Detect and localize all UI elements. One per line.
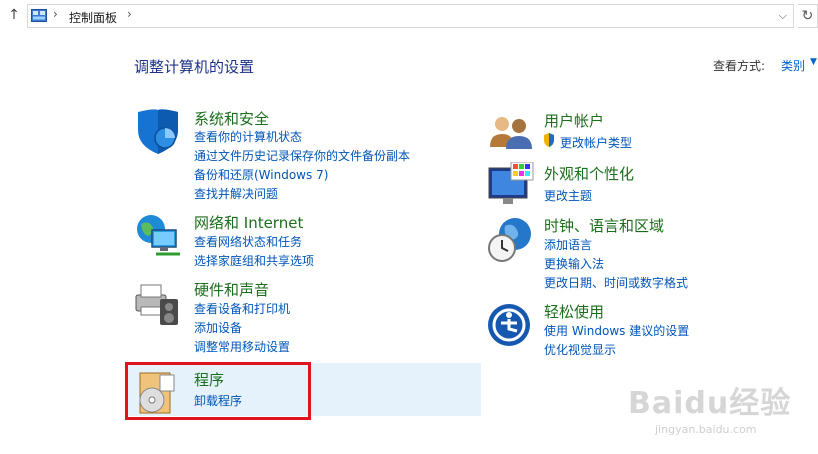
shield-icon: [138, 109, 178, 154]
link-change-theme[interactable]: 更改主题: [544, 187, 592, 204]
link-troubleshoot[interactable]: 查找并解决问题: [194, 185, 278, 202]
heading-system-security[interactable]: 系统和安全: [194, 108, 269, 129]
users-icon: [490, 117, 532, 149]
link-devices-printers[interactable]: 查看设备和打印机: [194, 300, 290, 317]
heading-appearance[interactable]: 外观和个性化: [544, 163, 634, 184]
page-title: 调整计算机的设置: [134, 58, 255, 76]
heading-network[interactable]: 网络和 Internet: [194, 212, 303, 233]
control-panel-icon: [31, 9, 47, 22]
clock-globe-icon: [488, 218, 531, 262]
link-mobility-settings[interactable]: 调整常用移动设置: [194, 338, 290, 355]
link-change-input-method[interactable]: 更换输入法: [544, 255, 604, 272]
link-network-status[interactable]: 查看网络状态和任务: [194, 233, 302, 250]
address-toolbar: ↑ › 控制面板 › ⌵ ↻: [0, 0, 818, 32]
view-by-dropdown[interactable]: 类别: [781, 57, 805, 74]
network-globe-icon: [137, 215, 180, 256]
link-homegroup[interactable]: 选择家庭组和共享选项: [194, 252, 314, 269]
link-file-history[interactable]: 通过文件历史记录保存你的文件备份副本: [194, 147, 410, 164]
refresh-icon[interactable]: ↻: [798, 4, 818, 28]
link-change-date-format[interactable]: 更改日期、时间或数字格式: [544, 274, 688, 291]
address-dropdown-icon[interactable]: ⌵: [779, 9, 787, 23]
breadcrumb-control-panel[interactable]: 控制面板: [69, 9, 117, 26]
monitor-palette-icon: [488, 162, 534, 204]
annotation-highlight-box: [125, 362, 311, 420]
link-optimize-display[interactable]: 优化视觉显示: [544, 341, 616, 358]
link-recommended-settings[interactable]: 使用 Windows 建议的设置: [544, 322, 689, 339]
watermark-logo: Baidu经验: [628, 386, 792, 421]
heading-user-accounts[interactable]: 用户帐户: [544, 110, 604, 131]
heading-ease-of-access[interactable]: 轻松使用: [544, 301, 604, 322]
breadcrumb-separator[interactable]: ›: [127, 7, 132, 21]
heading-clock-region[interactable]: 时钟、语言和区域: [544, 215, 664, 236]
printer-icon: [135, 284, 178, 325]
link-add-device[interactable]: 添加设备: [194, 319, 242, 336]
up-arrow-icon[interactable]: ↑: [6, 6, 22, 24]
breadcrumb-separator[interactable]: ›: [53, 7, 58, 21]
link-add-language[interactable]: 添加语言: [544, 236, 592, 253]
link-backup-restore[interactable]: 备份和还原(Windows 7): [194, 166, 328, 183]
address-bar[interactable]: › 控制面板 › ⌵: [27, 4, 794, 28]
heading-hardware-sound[interactable]: 硬件和声音: [194, 279, 269, 300]
ease-of-access-icon: [488, 304, 530, 346]
view-by-label: 查看方式:: [713, 59, 766, 73]
watermark-url: jingyan.baidu.com: [655, 423, 757, 436]
link-check-status[interactable]: 查看你的计算机状态: [194, 128, 302, 145]
chevron-down-icon[interactable]: ▼: [810, 57, 817, 67]
link-change-account-type[interactable]: 更改帐户类型: [560, 134, 632, 151]
uac-shield-icon: [544, 133, 554, 147]
